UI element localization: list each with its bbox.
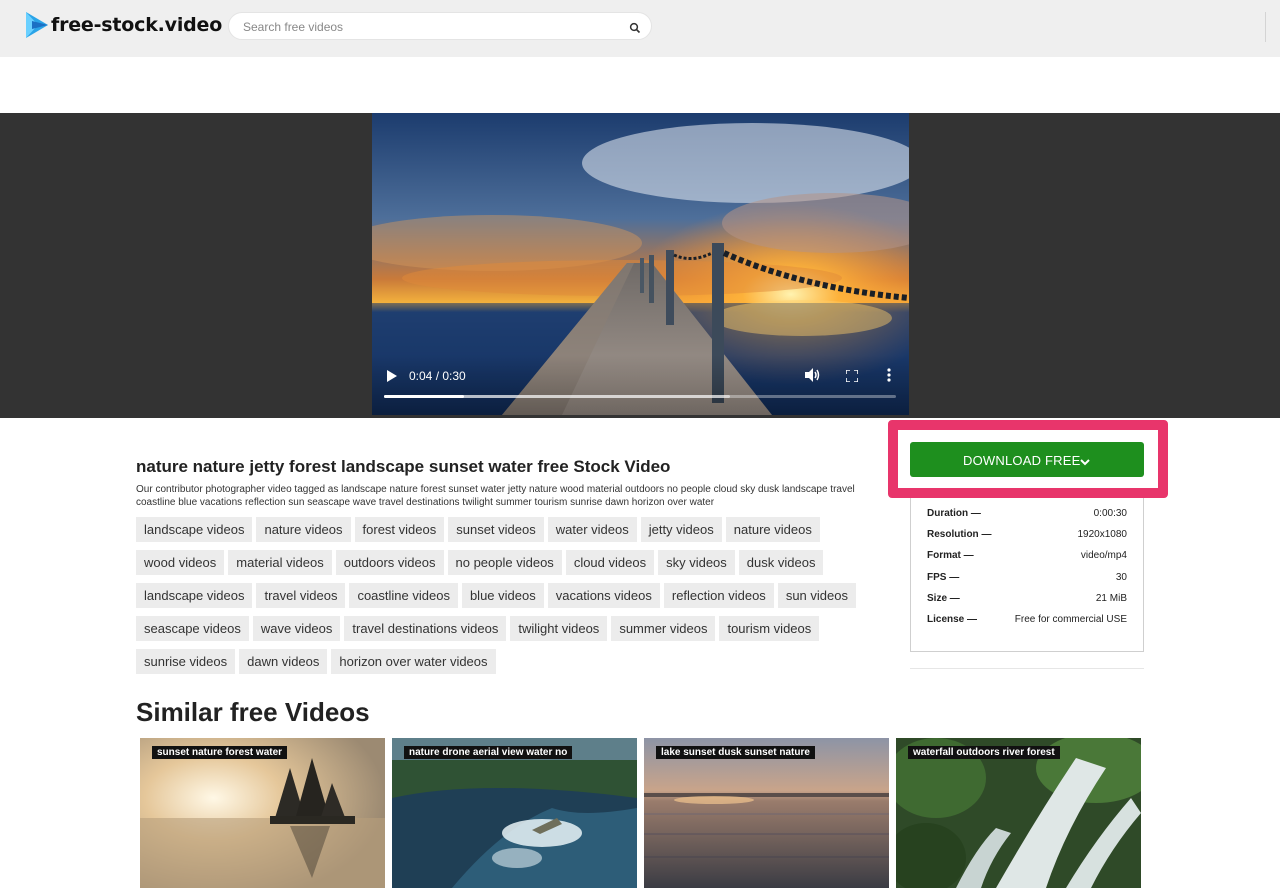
tag-link[interactable]: reflection videos (663, 583, 774, 608)
tag-link[interactable]: seascape videos (136, 616, 249, 641)
thumbnail-foggy-island (140, 738, 385, 888)
tag-link[interactable]: wood videos (136, 550, 225, 575)
tag-link[interactable]: twilight videos (510, 616, 608, 641)
video-info-panel: Duration — 0:00:30 Resolution — 1920x108… (910, 498, 1144, 652)
progress-played (384, 395, 464, 398)
tag-link[interactable]: no people videos (447, 550, 562, 575)
chevron-down-icon (1080, 453, 1090, 466)
player-progress-bar[interactable] (384, 395, 896, 398)
similar-videos: sunset nature forest water nature drone … (140, 738, 1142, 888)
download-button-label: DOWNLOAD FREE (963, 453, 1081, 468)
tag-link[interactable]: travel destinations videos (344, 616, 507, 641)
tag-link[interactable]: outdoors videos (335, 550, 444, 575)
info-value: 0:00:30 (1093, 508, 1127, 519)
info-row-size: Size — 21 MiB (927, 593, 1127, 607)
similar-video-card[interactable]: nature drone aerial view water no (392, 738, 637, 888)
tag-link[interactable]: dusk videos (738, 550, 824, 575)
thumbnail-lake-sunset (644, 738, 889, 888)
more-options-icon[interactable] (887, 368, 891, 382)
info-row-duration: Duration — 0:00:30 (927, 508, 1127, 522)
tag-link[interactable]: wave videos (252, 616, 341, 641)
info-row-fps: FPS — 30 (927, 572, 1127, 586)
tag-link[interactable]: summer videos (611, 616, 716, 641)
info-label: Format — (927, 550, 974, 561)
tag-link[interactable]: nature videos (725, 517, 820, 542)
similar-video-label: nature drone aerial view water no (404, 746, 573, 759)
info-value: 30 (1115, 572, 1127, 583)
tag-link[interactable]: sun videos (777, 583, 856, 608)
tag-link[interactable]: cloud videos (565, 550, 655, 575)
similar-video-label: waterfall outdoors river forest (908, 746, 1060, 759)
player-controls (372, 355, 909, 415)
info-value: 1920x1080 (1077, 529, 1128, 540)
tag-list: landscape videos nature videos forest vide… (136, 517, 892, 682)
tag-link[interactable]: coastline videos (349, 583, 458, 608)
tag-link[interactable]: landscape videos (136, 517, 253, 542)
play-icon[interactable] (387, 369, 397, 382)
video-title: nature nature jetty forest landscape sun… (136, 457, 671, 476)
tag-link[interactable]: material videos (228, 550, 332, 575)
tag-link[interactable]: blue videos (461, 583, 544, 608)
site-logo[interactable]: free-stock.video (24, 11, 222, 39)
header-divider (1265, 12, 1266, 42)
info-row-resolution: Resolution — 1920x1080 (927, 529, 1127, 543)
tag-link[interactable]: horizon over water videos (331, 649, 496, 674)
info-value: 21 MiB (1095, 593, 1127, 604)
tag-link[interactable]: tourism videos (719, 616, 820, 641)
tag-link[interactable]: jetty videos (640, 517, 722, 542)
tag-link[interactable]: sunrise videos (136, 649, 236, 674)
search-bar (228, 12, 652, 40)
video-player[interactable]: 0:04 / 0:30 (372, 113, 909, 415)
similar-video-card[interactable]: lake sunset dusk sunset nature (644, 738, 889, 888)
info-label: Duration — (927, 508, 981, 519)
similar-video-card[interactable]: sunset nature forest water (140, 738, 385, 888)
volume-icon[interactable] (805, 368, 821, 382)
similar-heading: Similar free Videos (136, 697, 370, 727)
search-input[interactable] (243, 17, 623, 37)
video-description: Our contributor photographer video tagge… (136, 484, 855, 508)
info-label: License — (927, 614, 978, 625)
info-divider (910, 668, 1144, 669)
info-label: Size — (927, 593, 960, 604)
thumbnail-aerial-lake (392, 738, 637, 888)
tag-link[interactable]: vacations videos (547, 583, 660, 608)
info-row-format: Format — video/mp4 (927, 550, 1127, 564)
tag-link[interactable]: nature videos (256, 517, 351, 542)
logo-text: free-stock.video (51, 14, 223, 36)
tag-link[interactable]: landscape videos (136, 583, 253, 608)
similar-video-label: sunset nature forest water (152, 746, 288, 759)
fullscreen-icon[interactable] (845, 369, 859, 383)
tag-link[interactable]: forest videos (354, 517, 445, 542)
tag-link[interactable]: sky videos (658, 550, 735, 575)
info-row-license: License — Free for commercial USE (927, 614, 1127, 628)
similar-video-card[interactable]: waterfall outdoors river forest (896, 738, 1141, 888)
download-free-button[interactable]: DOWNLOAD FREE (910, 442, 1144, 477)
player-time: 0:04 / 0:30 (409, 369, 466, 383)
logo-play-icon (24, 11, 50, 39)
search-icon[interactable] (629, 21, 641, 34)
tag-link[interactable]: dawn videos (239, 649, 328, 674)
tag-link[interactable]: water videos (547, 517, 637, 542)
info-value: Free for commercial USE (1014, 614, 1127, 625)
info-label: Resolution — (927, 529, 992, 540)
tag-link[interactable]: sunset videos (448, 517, 544, 542)
info-label: FPS — (927, 572, 960, 583)
info-value: video/mp4 (1080, 550, 1127, 561)
thumbnail-waterfall (896, 738, 1141, 888)
site-header: free-stock.video (0, 0, 1280, 57)
similar-video-label: lake sunset dusk sunset nature (656, 746, 815, 759)
tag-link[interactable]: travel videos (256, 583, 346, 608)
